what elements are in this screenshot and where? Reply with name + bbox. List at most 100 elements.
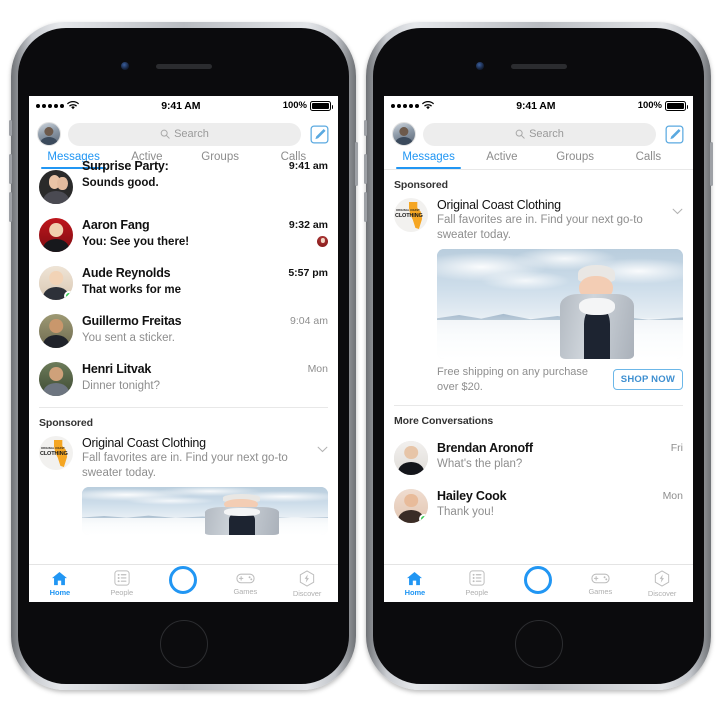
volume-up-button[interactable] <box>9 154 12 184</box>
people-list-icon <box>114 570 130 586</box>
gamepad-icon <box>591 573 610 584</box>
conversation-row-brendan-aronoff[interactable]: Brendan Aronoff What's the plan? Fri <box>384 434 693 482</box>
power-button[interactable] <box>355 142 358 186</box>
front-camera-icon <box>120 62 129 70</box>
conversation-preview: That works for me <box>82 283 182 296</box>
volume-down-button[interactable] <box>364 192 367 222</box>
conversation-meta: 9:04 am <box>290 314 328 327</box>
conversation-preview: Dinner tonight? <box>82 379 160 392</box>
conversation-list: Surprise Party: Sounds good. 9:41 am Aar <box>29 159 338 540</box>
search-placeholder: Search <box>174 128 209 140</box>
conversation-preview: You: See you there! <box>82 235 190 248</box>
tab-games[interactable]: Games <box>569 571 631 596</box>
conversation-name: Aaron Fang <box>82 218 150 232</box>
conversation-text: Aude Reynolds That works for me <box>82 266 279 298</box>
conversation-time: 9:41 am <box>288 160 328 172</box>
ad-header: ORIGINAL COAST CLOTHING Original Coast C… <box>39 436 328 480</box>
tab-groups[interactable]: Groups <box>539 151 612 169</box>
sponsored-feed: Sponsored ORIGINAL COAST CLOTHING Origin… <box>384 170 693 530</box>
left-phone-screen: 9:41 AM 100% Search Messages Active Grou… <box>29 96 338 602</box>
avatar <box>39 362 73 396</box>
earpiece-speaker <box>155 64 212 69</box>
home-button[interactable] <box>159 620 208 668</box>
people-list-icon <box>469 570 485 586</box>
discover-icon <box>654 569 670 587</box>
compose-button[interactable] <box>308 123 330 145</box>
header-row: Search <box>37 119 330 149</box>
conversation-row-surprise-party[interactable]: Surprise Party: Sounds good. 9:41 am <box>29 159 338 211</box>
conversation-row-aude-reynolds[interactable]: Aude Reynolds That works for me 5:57 pm <box>29 259 338 307</box>
conversation-meta: 5:57 pm <box>288 266 328 279</box>
avatar <box>39 314 73 348</box>
conversation-row-guillermo-freitas[interactable]: Guillermo Freitas You sent a sticker. 9:… <box>29 307 338 355</box>
wifi-icon <box>67 101 79 110</box>
conversation-row-hailey-cook[interactable]: Hailey Cook Thank you! Mon <box>384 482 693 530</box>
tab-discover[interactable]: Discover <box>276 569 338 598</box>
conversation-text: Brendan Aronoff What's the plan? <box>437 441 662 473</box>
tab-people[interactable]: People <box>91 570 153 597</box>
more-conversations-header: More Conversations <box>394 414 494 427</box>
ad-image[interactable] <box>437 249 683 360</box>
tab-active[interactable]: Active <box>465 151 538 169</box>
conversation-time: Mon <box>307 363 328 375</box>
conversation-row-aaron-fang[interactable]: Aaron Fang You: See you there! 9:32 am <box>29 211 338 259</box>
home-button[interactable] <box>514 620 563 668</box>
front-camera-icon <box>475 62 484 70</box>
conversation-preview: What's the plan? <box>437 458 523 471</box>
tab-messages[interactable]: Messages <box>392 151 465 169</box>
ad-cta-row: Free shipping on any purchase over $20. … <box>437 365 683 393</box>
sponsored-ad[interactable]: ORIGINAL COAST CLOTHING Original Coast C… <box>29 436 338 539</box>
sponsored-ad[interactable]: ORIGINAL COAST CLOTHING Original Coast C… <box>384 198 693 398</box>
shop-now-button[interactable]: SHOP NOW <box>612 369 683 391</box>
status-bar: 9:41 AM 100% <box>29 96 338 115</box>
search-input[interactable]: Search <box>423 122 656 146</box>
conversation-time: Fri <box>670 441 683 454</box>
wifi-icon <box>422 101 434 110</box>
battery-full-icon <box>665 100 688 111</box>
ad-offer-text: Free shipping on any purchase over $20. <box>437 366 589 393</box>
tab-home[interactable]: Home <box>29 571 91 597</box>
screenshot-stage: 9:41 AM 100% Search Messages Active Grou… <box>0 0 721 713</box>
ad-options-button[interactable] <box>317 436 328 458</box>
ringer-switch[interactable] <box>9 120 12 136</box>
conversation-text: Hailey Cook Thank you! <box>437 489 654 521</box>
tab-home-label: Home <box>404 587 426 597</box>
volume-down-button[interactable] <box>9 192 12 222</box>
left-phone-device: 9:41 AM 100% Search Messages Active Grou… <box>9 22 358 690</box>
tab-home[interactable]: Home <box>384 571 446 597</box>
profile-avatar[interactable] <box>37 122 61 146</box>
conversation-preview: Sounds good. <box>82 176 159 189</box>
chevron-down-icon <box>672 208 683 215</box>
search-icon <box>160 129 170 139</box>
ad-text: Original Coast Clothing Fall favorites a… <box>437 198 663 242</box>
conversation-row-henri-litvak[interactable]: Henri Litvak Dinner tonight? Mon <box>29 355 338 403</box>
tab-people[interactable]: People <box>446 570 508 597</box>
status-right: 100% <box>638 100 688 111</box>
nav-tabs: Messages Active Groups Calls <box>392 151 685 169</box>
ad-image[interactable] <box>82 487 328 536</box>
tab-camera[interactable] <box>153 565 215 594</box>
tab-games[interactable]: Games <box>214 571 276 596</box>
chevron-down-icon <box>317 446 328 453</box>
conversation-text: Surprise Party: Sounds good. <box>82 159 280 191</box>
ad-body-text: Fall favorites are in. Find your next go… <box>437 214 643 241</box>
conversation-time: 9:04 am <box>290 315 328 327</box>
tab-camera[interactable] <box>508 565 570 594</box>
ringer-switch[interactable] <box>364 120 367 136</box>
tab-calls[interactable]: Calls <box>612 151 685 169</box>
compose-button[interactable] <box>663 123 685 145</box>
battery-full-icon <box>310 100 333 111</box>
ad-options-button[interactable] <box>672 198 683 220</box>
conversation-name: Surprise Party: <box>82 159 169 173</box>
conversation-time: Mon <box>662 489 683 502</box>
search-input[interactable]: Search <box>68 122 301 146</box>
signal-dots-icon <box>36 103 64 108</box>
gamepad-icon <box>236 573 255 584</box>
tab-discover[interactable]: Discover <box>631 569 693 598</box>
read-receipt-avatar <box>317 236 328 247</box>
profile-avatar[interactable] <box>392 122 416 146</box>
volume-up-button[interactable] <box>364 154 367 184</box>
status-left <box>36 101 79 110</box>
ad-model-photo <box>205 493 279 536</box>
power-button[interactable] <box>710 142 713 186</box>
